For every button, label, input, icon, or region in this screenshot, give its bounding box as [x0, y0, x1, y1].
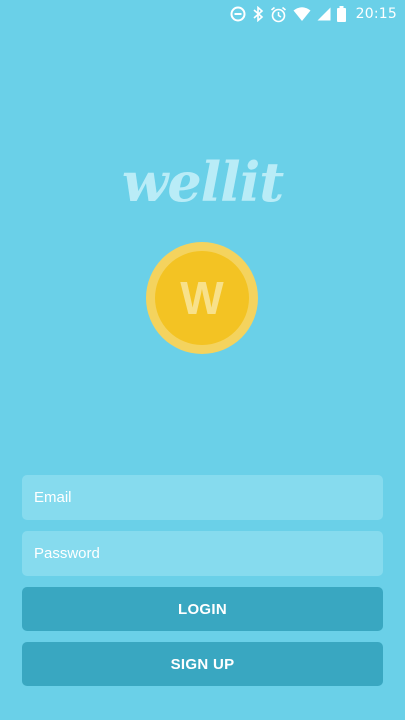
bluetooth-icon — [252, 6, 264, 22]
login-button[interactable]: LOGIN — [22, 587, 383, 631]
coin-face: W — [155, 251, 249, 345]
password-field[interactable] — [22, 531, 383, 576]
coin-logo: W — [146, 242, 258, 354]
coin-letter: W — [180, 272, 224, 324]
signup-button[interactable]: SIGN UP — [22, 642, 383, 686]
status-bar: 20:15 — [0, 0, 405, 28]
battery-icon — [336, 6, 346, 22]
data-saver-icon — [230, 6, 246, 22]
alarm-icon — [270, 6, 287, 23]
status-time: 20:15 — [355, 6, 397, 22]
app-logo: wellit — [121, 150, 284, 214]
signal-icon — [317, 7, 331, 21]
wifi-icon — [293, 6, 311, 22]
email-field[interactable] — [22, 475, 383, 520]
